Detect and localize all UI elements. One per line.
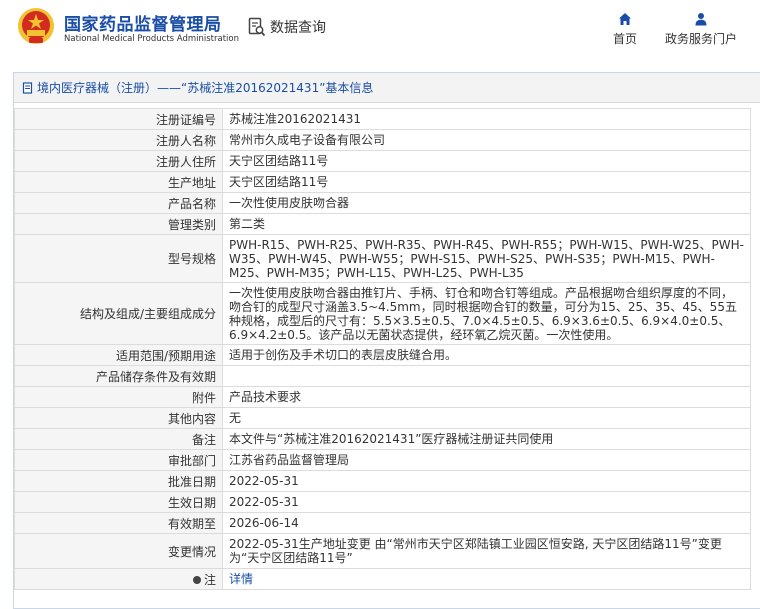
field-label: 产品储存条件及有效期 xyxy=(14,365,223,387)
home-icon xyxy=(619,13,631,25)
field-label-note: 注 xyxy=(14,568,223,590)
breadcrumb-text: 境内医疗器械（注册）——“苏械注准20162021431”基本信息 xyxy=(37,81,374,95)
field-value: 第二类 xyxy=(222,213,751,235)
field-value: 产品技术要求 xyxy=(222,386,751,408)
site-header: 国家药品监督管理局 National Medical Products Admi… xyxy=(0,0,760,58)
field-value: 2026-06-14 xyxy=(222,512,751,534)
field-label: 注册人名称 xyxy=(14,129,223,151)
field-value: 一次性使用皮肤吻合器 xyxy=(222,192,751,214)
field-label: 生效日期 xyxy=(14,491,223,513)
national-emblem-icon xyxy=(18,8,54,44)
nav-home-label: 首页 xyxy=(612,32,637,46)
details-link[interactable]: 详情 xyxy=(229,572,253,586)
table-row: 管理类别 第二类 xyxy=(14,213,751,235)
detail-panel: 境内医疗器械（注册）——“苏械注准20162021431”基本信息 注册证编号苏… xyxy=(13,72,760,609)
data-query-button[interactable]: 数据查询 xyxy=(248,17,326,37)
table-row: 生效日期 2022-05-31 xyxy=(14,491,751,513)
user-icon xyxy=(695,13,707,26)
field-label: 管理类别 xyxy=(14,213,223,235)
table-row: 备注 本文件与“苏械注准20162021431”医疗器械注册证共同使用 xyxy=(14,428,751,450)
table-row: 审批部门 江苏省药品监督管理局 xyxy=(14,449,751,471)
site-title[interactable]: 国家药品监督管理局 xyxy=(64,10,222,35)
nav-home[interactable]: 首页 xyxy=(608,12,642,47)
table-row: 产品储存条件及有效期 xyxy=(14,365,751,387)
table-row: 有效期至 2026-06-14 xyxy=(14,512,751,534)
field-value: 适用于创伤及手术切口的表层皮肤缝合用。 xyxy=(222,344,751,366)
field-label: 注册人住所 xyxy=(14,150,223,172)
table-row: 变更情况 2022-05-31生产地址变更 由“常州市天宁区郑陆镇工业园区恒安路,… xyxy=(14,533,751,569)
field-value: 一次性使用皮肤吻合器由推钉片、手柄、钉仓和吻合钉等组成。产品根据吻合组织厚度的不… xyxy=(222,282,751,345)
field-label: 生产地址 xyxy=(14,171,223,193)
field-value: 详情 xyxy=(222,568,751,590)
field-value: 天宁区团结路11号 xyxy=(222,171,751,193)
breadcrumb: 境内医疗器械（注册）——“苏械注准20162021431”基本信息 xyxy=(14,73,760,103)
field-label: 批准日期 xyxy=(14,470,223,492)
field-value: 无 xyxy=(222,407,751,429)
field-value: 2022-05-31 xyxy=(222,470,751,492)
field-label: 型号规格 xyxy=(14,234,223,283)
field-value: 本文件与“苏械注准20162021431”医疗器械注册证共同使用 xyxy=(222,428,751,450)
table-row: 结构及组成/主要组成成分 一次性使用皮肤吻合器由推钉片、手柄、钉仓和吻合钉等组成。… xyxy=(14,282,751,345)
table-row: 注 详情 xyxy=(14,568,751,590)
field-value: 2022-05-31生产地址变更 由“常州市天宁区郑陆镇工业园区恒安路, 天宁区… xyxy=(222,533,751,569)
nav-service-portal[interactable]: 政务服务门户 xyxy=(660,12,742,47)
field-label: 产品名称 xyxy=(14,192,223,214)
field-value: 苏械注准20162021431 xyxy=(222,108,751,130)
document-search-icon xyxy=(248,17,266,37)
site-subtitle: National Medical Products Administration xyxy=(64,34,239,44)
field-label: 注册证编号 xyxy=(14,108,223,130)
field-value: PWH-R15、PWH-R25、PWH-R35、PWH-R45、PWH-R55；… xyxy=(222,234,751,283)
field-label: 其他内容 xyxy=(14,407,223,429)
field-label: 审批部门 xyxy=(14,449,223,471)
field-label: 变更情况 xyxy=(14,533,223,569)
field-label: 附件 xyxy=(14,386,223,408)
table-row: 型号规格 PWH-R15、PWH-R25、PWH-R35、PWH-R45、PWH-… xyxy=(14,234,751,283)
field-value: 常州市久成电子设备有限公司 xyxy=(222,129,751,151)
field-label: 有效期至 xyxy=(14,512,223,534)
field-value: 江苏省药品监督管理局 xyxy=(222,449,751,471)
bullet-icon xyxy=(192,576,201,584)
table-row: 产品名称 一次性使用皮肤吻合器 xyxy=(14,192,751,214)
field-label: 结构及组成/主要组成成分 xyxy=(14,282,223,345)
data-query-label: 数据查询 xyxy=(270,20,326,36)
registration-info-table: 注册证编号 苏械注准20162021431 注册人名称 常州市久成电子设备有限公司 … xyxy=(14,108,751,590)
field-label: 适用范围/预期用途 xyxy=(14,344,223,366)
field-value: 天宁区团结路11号 xyxy=(222,150,751,172)
table-row: 其他内容无 xyxy=(14,407,751,429)
table-row: 生产地址 天宁区团结路11号 xyxy=(14,171,751,193)
nav-portal-label: 政务服务门户 xyxy=(664,32,737,46)
field-label: 备注 xyxy=(14,428,223,450)
document-icon xyxy=(22,81,33,94)
table-row: 附件 产品技术要求 xyxy=(14,386,751,408)
field-value: 2022-05-31 xyxy=(222,491,751,513)
table-row: 注册人住所 天宁区团结路11号 xyxy=(14,150,751,172)
field-value xyxy=(222,365,751,387)
table-row: 批准日期 2022-05-31 xyxy=(14,470,751,492)
table-row: 适用范围/预期用途 适用于创伤及手术切口的表层皮肤缝合用。 xyxy=(14,344,751,366)
note-label: 注 xyxy=(203,572,216,587)
table-row: 注册人名称 常州市久成电子设备有限公司 xyxy=(14,129,751,151)
table-row: 注册证编号 苏械注准20162021431 xyxy=(14,108,751,130)
